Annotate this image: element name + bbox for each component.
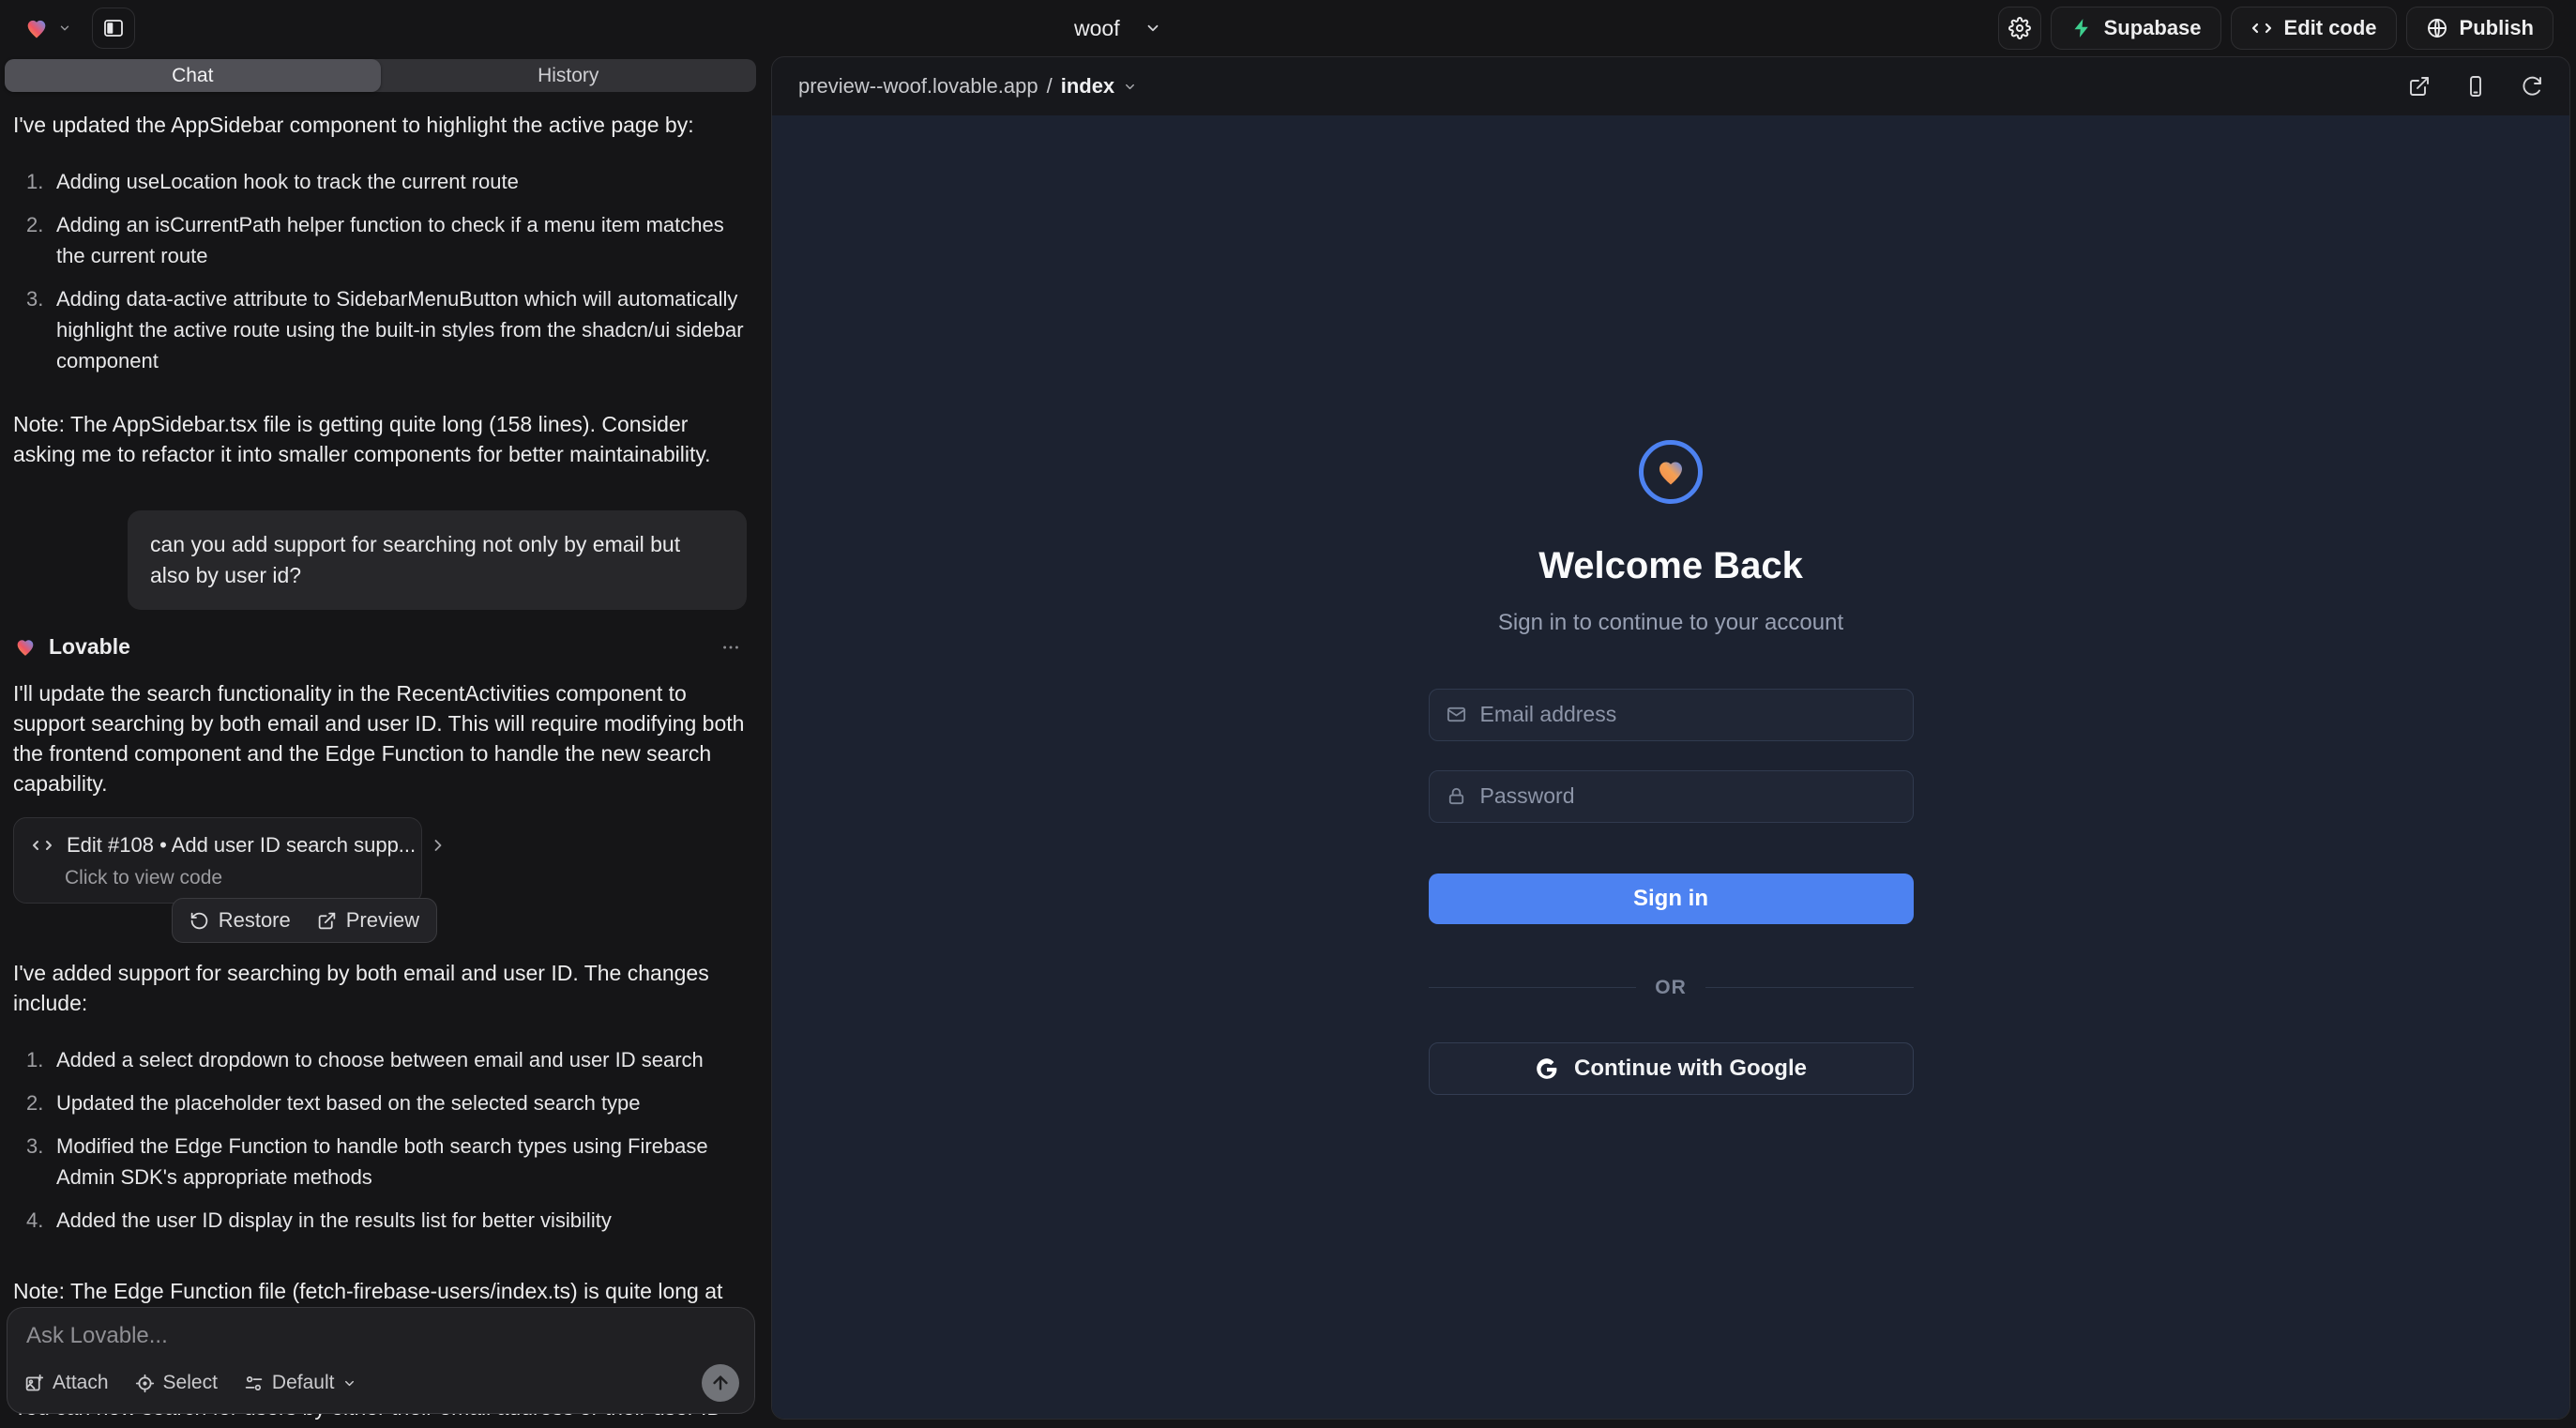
chevron-down-icon <box>1123 80 1137 94</box>
list-item: Adding an isCurrentPath helper function … <box>56 209 747 271</box>
external-link-icon <box>317 911 337 931</box>
page-subtitle: Sign in to continue to your account <box>1498 610 1843 636</box>
or-divider: OR <box>1429 977 1914 999</box>
assistant-list: Adding useLocation hook to track the cur… <box>13 166 747 388</box>
url-separator: / <box>1047 74 1053 99</box>
edit-card-subtitle: Click to view code <box>31 867 404 889</box>
preview-path: index <box>1061 74 1114 99</box>
composer: Attach Select Default <box>7 1307 755 1414</box>
publish-button[interactable]: Publish <box>2406 7 2553 50</box>
sign-in-button[interactable]: Sign in <box>1429 874 1914 924</box>
restore-icon <box>189 911 209 931</box>
image-plus-icon <box>24 1374 44 1393</box>
project-selector[interactable]: woof <box>1074 0 1161 56</box>
supabase-label: Supabase <box>2104 16 2202 40</box>
target-icon <box>135 1374 155 1393</box>
preview-url-selector[interactable]: preview--woof.lovable.app / index <box>798 74 1137 99</box>
attach-button[interactable]: Attach <box>24 1372 109 1394</box>
assistant-list: Added a select dropdown to choose betwee… <box>13 1044 747 1248</box>
list-item: Adding data-active attribute to SidebarM… <box>56 283 747 376</box>
list-item: Added the user ID display in the results… <box>56 1205 747 1236</box>
edit-card-title: Edit #108 • Add user ID search supp... <box>67 833 416 858</box>
edit-code-label: Edit code <box>2284 16 2377 40</box>
lock-icon <box>1446 785 1467 807</box>
login-form <box>1429 689 1914 823</box>
preview-pane: preview--woof.lovable.app / index <box>771 56 2570 1420</box>
open-in-new-tab-icon[interactable] <box>2408 75 2431 98</box>
assistant-name: Lovable <box>49 634 130 660</box>
password-field-wrap <box>1429 770 1914 823</box>
list-item: Modified the Edge Function to handle bot… <box>56 1131 747 1193</box>
google-icon <box>1535 1056 1559 1081</box>
code-icon <box>2250 17 2273 39</box>
chevron-down-icon <box>1144 20 1161 37</box>
preview-version-button[interactable]: Preview <box>317 908 419 933</box>
chevron-down-icon <box>342 1376 356 1390</box>
settings-button[interactable] <box>1998 7 2041 50</box>
assistant-paragraph: I've updated the AppSidebar component to… <box>13 110 747 140</box>
supabase-button[interactable]: Supabase <box>2051 7 2221 50</box>
send-button[interactable] <box>702 1364 739 1402</box>
email-field-wrap <box>1429 689 1914 741</box>
mail-icon <box>1446 704 1467 725</box>
version-toolbar: Restore Preview <box>172 898 437 943</box>
mobile-view-icon[interactable] <box>2464 75 2487 98</box>
tab-chat[interactable]: Chat <box>5 59 381 92</box>
assistant-note: Note: The AppSidebar.tsx file is getting… <box>13 409 747 469</box>
sliders-icon <box>244 1374 264 1393</box>
arrow-up-icon <box>710 1373 731 1393</box>
gear-icon <box>2008 17 2031 39</box>
select-element-button[interactable]: Select <box>135 1372 218 1394</box>
assistant-header: Lovable <box>13 634 747 660</box>
preview-viewport: Welcome Back Sign in to continue to your… <box>772 115 2569 1419</box>
continue-with-google-button[interactable]: Continue with Google <box>1429 1042 1914 1095</box>
lovable-heart-icon <box>23 15 51 41</box>
chat-panel: Chat History I've updated the AppSidebar… <box>0 56 762 1428</box>
more-options-icon[interactable] <box>715 637 747 658</box>
supabase-icon <box>2070 17 2093 39</box>
login-card: Welcome Back Sign in to continue to your… <box>1427 440 1915 1095</box>
edit-card-wrap: Edit #108 • Add user ID search supp... C… <box>13 817 422 904</box>
tab-history[interactable]: History <box>381 59 757 92</box>
mode-selector[interactable]: Default <box>244 1372 357 1394</box>
password-field[interactable] <box>1480 783 1897 809</box>
top-bar: woof Supabase Edit code Publish <box>0 0 2576 56</box>
publish-label: Publish <box>2460 16 2534 40</box>
toggle-sidebar-button[interactable] <box>92 8 135 49</box>
refresh-icon[interactable] <box>2521 75 2543 98</box>
assistant-paragraph: I've added support for searching by both… <box>13 958 747 1018</box>
code-icon <box>31 834 53 857</box>
lovable-logo-menu[interactable] <box>23 15 71 41</box>
panel-left-icon <box>102 17 125 39</box>
chevron-right-icon <box>429 836 447 855</box>
globe-icon <box>2426 17 2448 39</box>
chat-input[interactable] <box>26 1323 735 1349</box>
lovable-heart-icon <box>13 635 38 659</box>
preview-url: preview--woof.lovable.app <box>798 74 1038 99</box>
edit-code-button[interactable]: Edit code <box>2231 7 2397 50</box>
restore-button[interactable]: Restore <box>189 908 291 933</box>
edit-version-card[interactable]: Edit #108 • Add user ID search supp... C… <box>13 817 422 904</box>
app-logo <box>1639 440 1703 504</box>
user-message-bubble: can you add support for searching not on… <box>128 510 747 610</box>
email-field[interactable] <box>1480 702 1897 727</box>
chat-history-tabs: Chat History <box>5 59 756 92</box>
chevron-down-icon <box>58 22 71 35</box>
or-label: OR <box>1655 977 1687 999</box>
preview-header: preview--woof.lovable.app / index <box>772 57 2569 115</box>
list-item: Adding useLocation hook to track the cur… <box>56 166 747 197</box>
chat-messages: I've updated the AppSidebar component to… <box>0 92 762 1428</box>
project-name: woof <box>1074 16 1120 41</box>
list-item: Updated the placeholder text based on th… <box>56 1087 747 1118</box>
assistant-paragraph: I'll update the search functionality in … <box>13 678 747 798</box>
page-title: Welcome Back <box>1538 545 1803 587</box>
list-item: Added a select dropdown to choose betwee… <box>56 1044 747 1075</box>
